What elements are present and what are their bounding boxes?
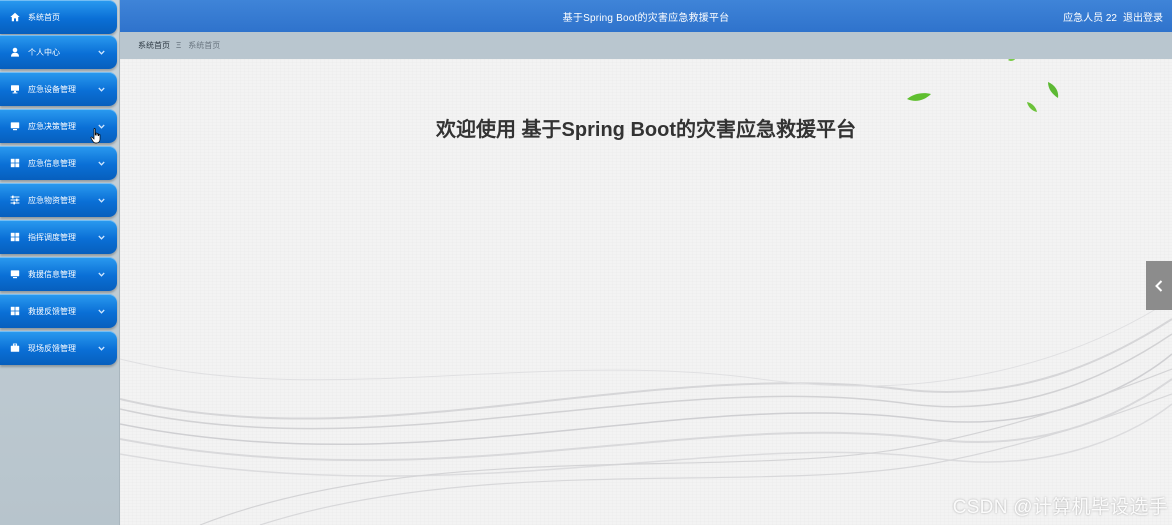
app-root: 系统首页 个人中心 应急设备管理 应急决策管理 应急信息管理 应急物资管理 指挥… <box>0 0 1172 525</box>
green-leaf-icon <box>1008 59 1016 62</box>
sidebar-item-label: 应急信息管理 <box>28 158 76 168</box>
green-leaf-icon <box>1048 82 1059 98</box>
sidebar-item-label: 应急设备管理 <box>28 84 76 94</box>
sidebar-item-rescue-feedback[interactable]: 救援反馈管理 <box>0 294 117 328</box>
sidebar: 系统首页 个人中心 应急设备管理 应急决策管理 应急信息管理 应急物资管理 指挥… <box>0 0 120 525</box>
sidebar-item-label: 系统首页 <box>28 12 60 22</box>
sidebar-item-site-feedback[interactable]: 现场反馈管理 <box>0 331 117 365</box>
sidebar-item-info[interactable]: 应急信息管理 <box>0 146 117 180</box>
grid-icon <box>9 157 21 169</box>
top-header: 基于Spring Boot的灾害应急救援平台 应急人员 22 退出登录 <box>120 0 1172 32</box>
sidebar-item-label: 救援信息管理 <box>28 269 76 279</box>
chevron-down-icon <box>97 307 105 315</box>
chevron-down-icon <box>97 85 105 93</box>
header-user-area: 应急人员 22 退出登录 <box>1063 9 1163 24</box>
welcome-heading: 欢迎使用 基于Spring Boot的灾害应急救援平台 <box>436 119 856 141</box>
monitor-icon <box>9 268 21 280</box>
device-icon <box>9 83 21 95</box>
breadcrumb-home-link[interactable]: 系统首页 <box>138 40 170 51</box>
sidebar-item-home[interactable]: 系统首页 <box>0 0 117 34</box>
chevron-down-icon <box>97 159 105 167</box>
sidebar-item-personal-center[interactable]: 个人中心 <box>0 35 117 69</box>
sliders-icon <box>9 194 21 206</box>
sidebar-item-dispatch[interactable]: 指挥调度管理 <box>0 220 117 254</box>
chevron-down-icon <box>97 233 105 241</box>
chevron-left-icon <box>1155 279 1163 292</box>
sidebar-item-label: 指挥调度管理 <box>28 232 76 242</box>
breadcrumb: 系统首页 Ξ 系统首页 <box>120 32 1172 59</box>
sidebar-item-device[interactable]: 应急设备管理 <box>0 72 117 106</box>
chevron-down-icon <box>97 344 105 352</box>
sidebar-item-rescue-info[interactable]: 救援信息管理 <box>0 257 117 291</box>
chevron-down-icon <box>97 270 105 278</box>
sidebar-item-label: 应急决策管理 <box>28 121 76 131</box>
sidebar-item-label: 现场反馈管理 <box>28 343 76 353</box>
breadcrumb-separator: Ξ <box>176 41 182 50</box>
briefcase-icon <box>9 342 21 354</box>
sidebar-item-label: 个人中心 <box>28 47 60 57</box>
chevron-down-icon <box>97 196 105 204</box>
sidebar-item-label: 救援反馈管理 <box>28 306 76 316</box>
main-content: 欢迎使用 基于Spring Boot的灾害应急救援平台 CSDN @计算机毕设选… <box>120 59 1172 525</box>
grid-icon <box>9 231 21 243</box>
mouse-cursor-icon <box>90 128 101 144</box>
app-title: 基于Spring Boot的灾害应急救援平台 <box>562 13 730 24</box>
monitor-icon <box>9 120 21 132</box>
chevron-down-icon <box>97 48 105 56</box>
side-collapse-button[interactable] <box>1146 261 1172 310</box>
user-icon <box>9 46 21 58</box>
sidebar-item-label: 应急物资管理 <box>28 195 76 205</box>
watermark: CSDN @计算机毕设选手 <box>952 497 1168 518</box>
home-icon <box>9 11 21 23</box>
green-leaf-icon <box>907 93 931 101</box>
sidebar-item-supplies[interactable]: 应急物资管理 <box>0 183 117 217</box>
green-leaf-icon <box>1027 102 1037 112</box>
current-user-label: 应急人员 22 <box>1063 13 1117 24</box>
logout-link[interactable]: 退出登录 <box>1123 9 1163 24</box>
grid-icon <box>9 305 21 317</box>
breadcrumb-current: 系统首页 <box>188 41 221 50</box>
